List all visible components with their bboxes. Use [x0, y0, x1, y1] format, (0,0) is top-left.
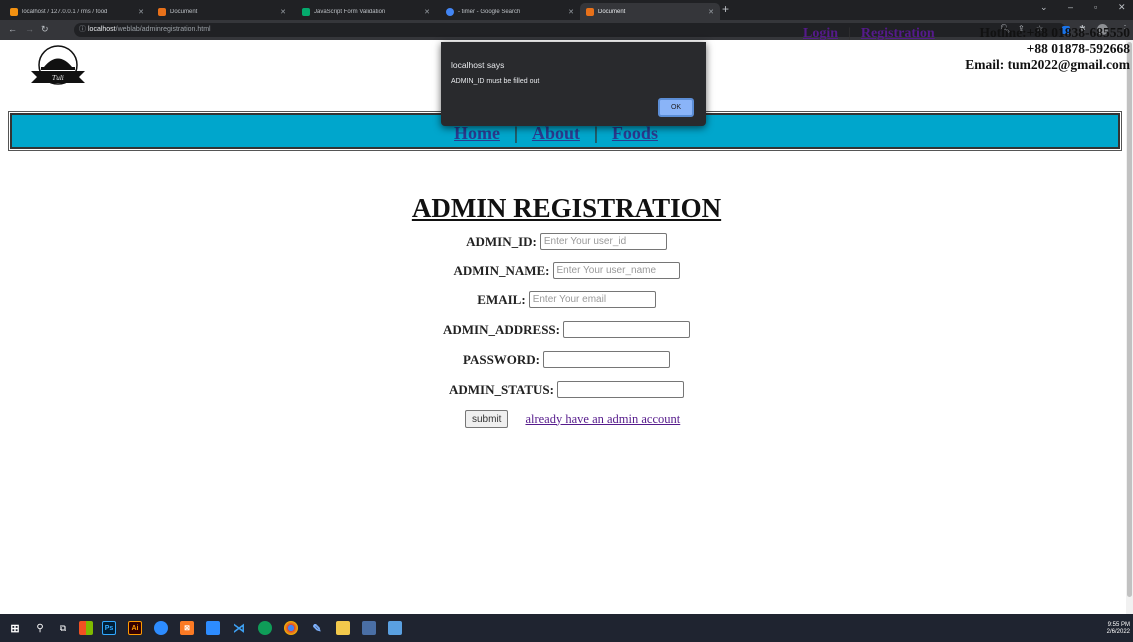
- url-path: /weblab/adminregistration.html: [115, 26, 211, 33]
- phpmyadmin-favicon-icon: [10, 7, 18, 16]
- url-host: localhost: [88, 26, 116, 33]
- clock-date: 2/6/2022: [1106, 629, 1130, 635]
- microsoft-store-icon[interactable]: [79, 621, 93, 635]
- svg-text:Tuli: Tuli: [52, 75, 64, 82]
- notepad-icon[interactable]: [362, 621, 376, 635]
- w3schools-favicon-icon: [302, 7, 310, 16]
- edge-icon[interactable]: [258, 621, 272, 635]
- maximize-icon[interactable]: ▫: [1094, 2, 1097, 12]
- photos-icon[interactable]: [388, 621, 402, 635]
- close-icon[interactable]: ✕: [138, 8, 144, 16]
- browser-tab-strip: localhost / 127.0.0.1 / rms / food ✕ Doc…: [0, 0, 1133, 20]
- admin-address-label: ADMIN_ADDRESS:: [442, 321, 560, 337]
- admin-id-input[interactable]: [539, 233, 667, 250]
- restaurant-logo-icon: Tuli: [29, 44, 87, 86]
- email-input[interactable]: [528, 291, 656, 308]
- hotline-line-1: Hotline:+88 01838-685550: [979, 25, 1130, 40]
- zoom-app-icon[interactable]: [154, 621, 168, 635]
- close-icon[interactable]: ✕: [280, 8, 286, 16]
- tab-search-icon[interactable]: ⌄: [1040, 2, 1048, 13]
- tab-title: Document: [598, 8, 626, 15]
- back-icon[interactable]: ←: [8, 24, 17, 34]
- registration-link[interactable]: Registration: [861, 26, 935, 41]
- nav-home-link[interactable]: Home: [454, 123, 500, 143]
- submit-button[interactable]: submit: [465, 410, 509, 428]
- admin-status-label: ADMIN_STATUS:: [449, 381, 554, 397]
- form-row-password: PASSWORD:: [0, 351, 1133, 368]
- window-close-icon[interactable]: ✕: [1118, 2, 1126, 13]
- clock-time: 9:55 PM: [1107, 622, 1130, 628]
- form-row-admin-status: ADMIN_STATUS:: [0, 381, 1133, 398]
- form-row-admin-name: ADMIN_NAME:: [0, 262, 1133, 279]
- camera-app-icon[interactable]: [206, 621, 220, 635]
- main-nav-links: Home | About | Foods: [454, 123, 658, 144]
- contact-info: Hotline:+88 01838-685550 +88 01878-59266…: [965, 25, 1130, 73]
- chrome-icon[interactable]: [284, 621, 298, 635]
- minimize-icon[interactable]: –: [1068, 2, 1073, 12]
- form-row-admin-address: ADMIN_ADDRESS:: [0, 321, 1133, 338]
- search-icon[interactable]: ⚲: [33, 621, 47, 635]
- forward-icon[interactable]: →: [25, 24, 34, 34]
- login-link[interactable]: Login: [803, 26, 838, 41]
- browser-tab[interactable]: localhost / 127.0.0.1 / rms / food ✕: [4, 3, 150, 20]
- document-favicon-icon: [586, 7, 594, 16]
- admin-name-label: ADMIN_NAME:: [453, 262, 550, 278]
- tab-title: localhost / 127.0.0.1 / rms / food: [22, 8, 108, 15]
- document-favicon-icon: [158, 7, 166, 16]
- existing-account-link[interactable]: already have an admin account: [525, 412, 680, 427]
- xampp-icon[interactable]: ⊠: [180, 621, 194, 635]
- browser-tab[interactable]: - timer - Google Search ✕: [440, 3, 580, 20]
- browser-tab-active[interactable]: Document ✕: [580, 3, 720, 20]
- form-row-email: EMAIL:: [0, 291, 1133, 308]
- nav-about-link[interactable]: About: [532, 123, 580, 143]
- info-icon[interactable]: ⓘ: [79, 23, 86, 37]
- nav-separator: |: [593, 123, 598, 143]
- nav-separator: |: [513, 123, 518, 143]
- form-actions: submit already have an admin account: [465, 410, 680, 428]
- windows-taskbar: ⊞ ⚲ ⧉ Ps Ai ⊠ ⋊ ✎ 9:55 PM 2/6/2022: [0, 614, 1133, 642]
- windows-start-icon[interactable]: ⊞: [8, 621, 22, 635]
- task-view-icon[interactable]: ⧉: [56, 621, 70, 635]
- tab-title: Document: [170, 8, 198, 15]
- tab-title: - timer - Google Search: [458, 8, 521, 15]
- dialog-title: localhost says: [451, 60, 505, 70]
- tab-title: JavaScript Form Validation: [314, 8, 386, 15]
- system-clock[interactable]: 9:55 PM 2/6/2022: [1107, 622, 1130, 636]
- dialog-ok-button[interactable]: OK: [658, 98, 694, 117]
- form-row-admin-id: ADMIN_ID:: [0, 233, 1133, 250]
- link-separator: |: [848, 26, 851, 41]
- close-icon[interactable]: ✕: [708, 8, 714, 16]
- google-favicon-icon: [446, 7, 454, 16]
- admin-name-input[interactable]: [552, 262, 680, 279]
- password-input[interactable]: [543, 351, 671, 368]
- address-toolbar: ← → ↻ ⓘ localhost/weblab/adminregistrati…: [0, 20, 1133, 40]
- browser-tab[interactable]: Document ✕: [152, 3, 292, 20]
- nav-foods-link[interactable]: Foods: [612, 123, 658, 143]
- alert-dialog: localhost says ADMIN_ID must be filled o…: [441, 42, 706, 126]
- email-line: Email: tum2022@gmail.com: [965, 57, 1130, 72]
- browser-tab[interactable]: JavaScript Form Validation ✕: [296, 3, 436, 20]
- email-label: EMAIL:: [477, 291, 526, 307]
- close-icon[interactable]: ✕: [424, 8, 430, 16]
- new-tab-icon[interactable]: +: [722, 2, 729, 16]
- admin-id-label: ADMIN_ID:: [466, 233, 537, 249]
- file-explorer-icon[interactable]: [336, 621, 350, 635]
- dialog-message: ADMIN_ID must be filled out: [451, 78, 540, 85]
- vscode-icon[interactable]: ⋊: [232, 621, 246, 635]
- reload-icon[interactable]: ↻: [41, 24, 49, 35]
- close-icon[interactable]: ✕: [568, 8, 574, 16]
- admin-status-input[interactable]: [556, 381, 684, 398]
- account-links: Login | Registration: [803, 26, 935, 42]
- hotline-line-2: +88 01878-592668: [1026, 41, 1130, 56]
- password-label: PASSWORD:: [462, 351, 541, 367]
- snipping-tool-icon[interactable]: ✎: [310, 621, 324, 635]
- page-title: ADMIN REGISTRATION: [411, 193, 722, 223]
- illustrator-icon[interactable]: Ai: [128, 621, 142, 635]
- photoshop-icon[interactable]: Ps: [102, 621, 116, 635]
- admin-address-input[interactable]: [563, 321, 690, 338]
- scrollbar-thumb[interactable]: [1127, 42, 1132, 597]
